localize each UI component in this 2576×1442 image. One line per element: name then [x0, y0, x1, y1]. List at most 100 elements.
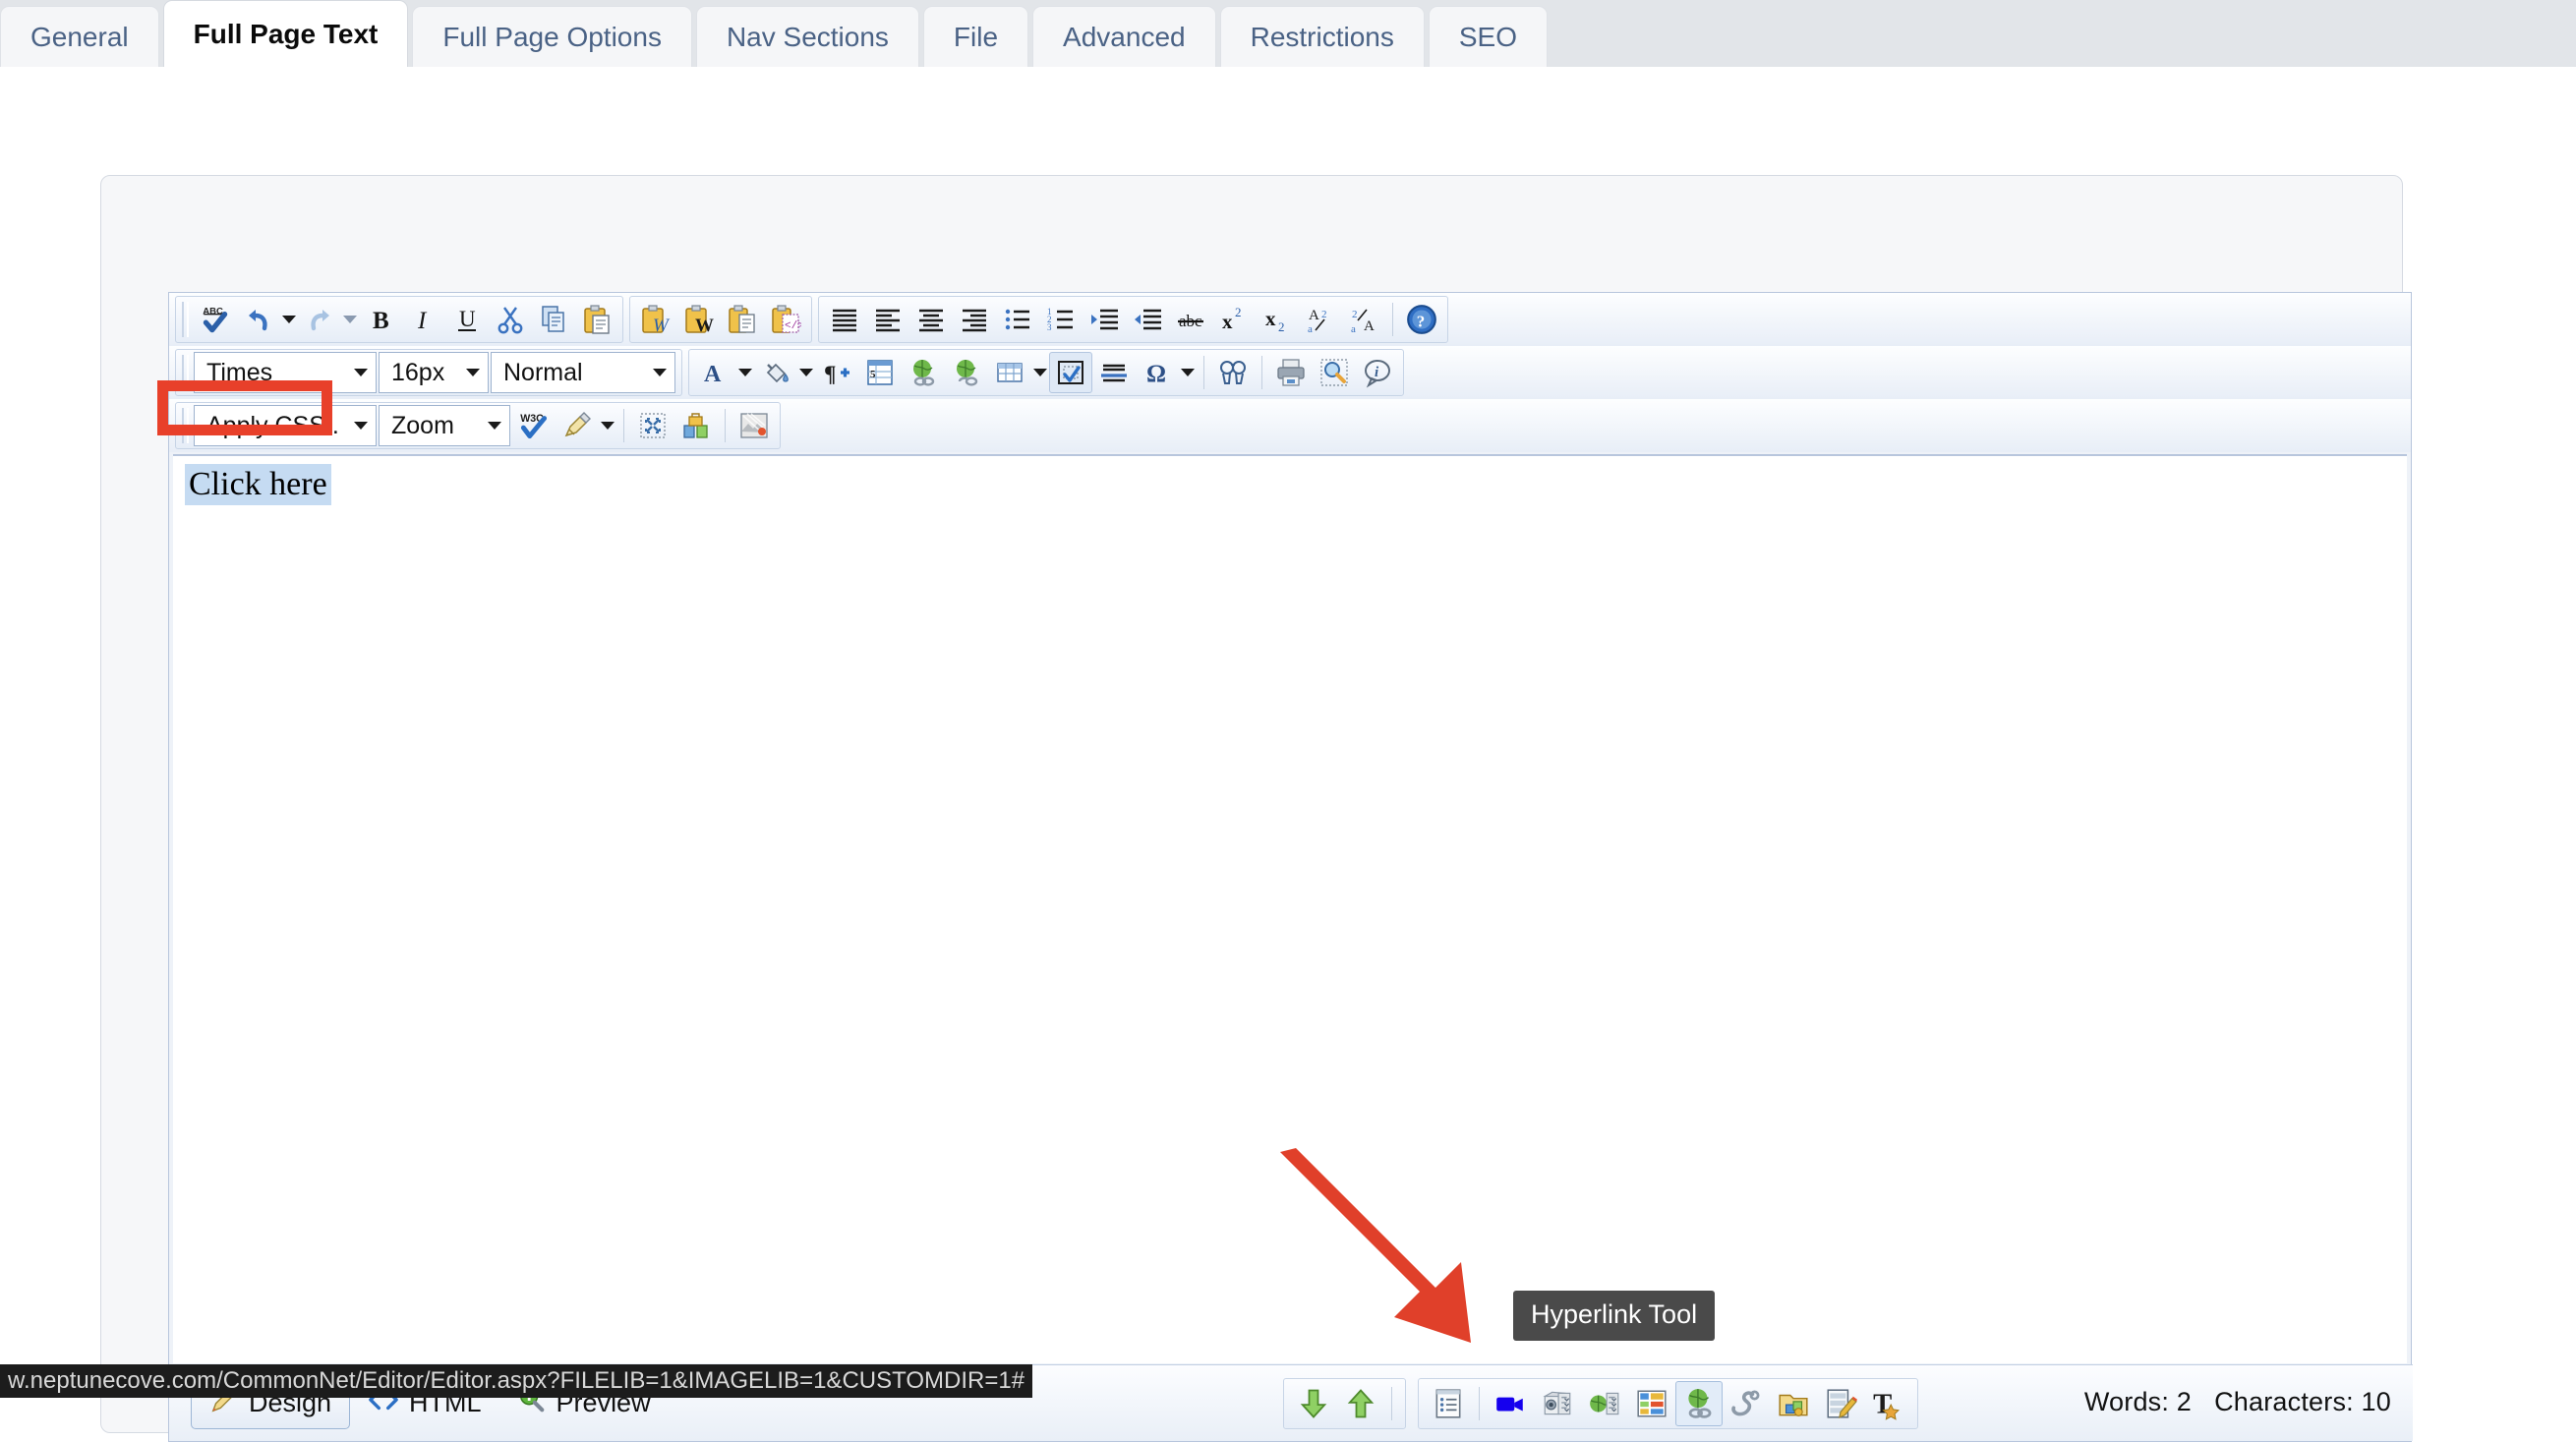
bottom-group-media: T — [1418, 1378, 1918, 1429]
italic-button[interactable]: I — [402, 299, 445, 340]
font-size-dropdown[interactable]: 16px — [379, 352, 489, 393]
clean-code-button[interactable] — [556, 405, 599, 446]
media-gallery-button[interactable] — [1628, 1381, 1675, 1426]
web-library-button[interactable] — [1581, 1381, 1628, 1426]
editor-card: ABC B I — [100, 175, 2403, 1433]
insert-video-button[interactable] — [1487, 1381, 1534, 1426]
info-button[interactable]: i — [1356, 352, 1399, 393]
svg-text:A: A — [704, 362, 722, 387]
clean-code-dropdown-caret[interactable] — [599, 405, 616, 446]
svg-text:</>: </> — [785, 320, 801, 332]
components-folder-button[interactable] — [1770, 1381, 1817, 1426]
justify-button[interactable] — [823, 299, 866, 340]
align-center-button[interactable] — [909, 299, 953, 340]
insert-paragraph-button[interactable]: ¶ — [815, 352, 858, 393]
toolbar-grip[interactable] — [182, 355, 189, 390]
special-character-button[interactable]: Ω — [1136, 352, 1179, 393]
print-button[interactable] — [1269, 352, 1313, 393]
sort-descending-button[interactable]: 2aA — [1342, 299, 1385, 340]
image-effects-button[interactable] — [732, 405, 776, 446]
tab-full-page-text[interactable]: Full Page Text — [163, 0, 409, 67]
zoom-dropdown[interactable]: Zoom — [379, 405, 510, 446]
table-dropdown-caret[interactable] — [1031, 352, 1049, 393]
outdent-button[interactable] — [1126, 299, 1169, 340]
toolbar-row-3: Apply CSS ... Zoom W3C — [169, 399, 2411, 452]
toolbar-grip[interactable] — [182, 408, 189, 443]
media-blocks-button[interactable] — [674, 405, 718, 446]
chevron-down-icon — [354, 422, 368, 430]
tab-general[interactable]: General — [0, 6, 159, 67]
move-down-button[interactable] — [1290, 1381, 1337, 1426]
move-up-button[interactable] — [1337, 1381, 1384, 1426]
toolbar-separator — [1479, 1387, 1480, 1420]
strikethrough-button[interactable]: abc — [1169, 299, 1212, 340]
highlight-color-dropdown-caret[interactable] — [797, 352, 815, 393]
font-family-value: Times — [206, 359, 272, 387]
insert-hyperlink-button[interactable] — [902, 352, 945, 393]
redo-dropdown-caret[interactable] — [341, 299, 359, 340]
paste-plain-text-button[interactable] — [721, 299, 764, 340]
svg-text:U: U — [459, 307, 476, 331]
paragraph-format-value: Normal — [503, 359, 583, 387]
edit-document-button[interactable] — [1817, 1381, 1864, 1426]
sort-ascending-button[interactable]: Aa2 — [1299, 299, 1342, 340]
indent-button[interactable] — [1083, 299, 1126, 340]
editor-statistics: Words: 2 Characters: 10 — [2084, 1387, 2391, 1417]
svg-text:a: a — [1351, 323, 1356, 335]
font-family-dropdown[interactable]: Times — [194, 352, 377, 393]
svg-text:x: x — [1222, 310, 1233, 333]
remove-hyperlink-button[interactable] — [945, 352, 988, 393]
superscript-button[interactable]: x2 — [1212, 299, 1256, 340]
svg-text:2: 2 — [1278, 319, 1285, 334]
apply-css-dropdown[interactable]: Apply CSS ... — [194, 405, 377, 446]
undo-button[interactable] — [237, 299, 280, 340]
special-character-dropdown-caret[interactable] — [1179, 352, 1197, 393]
insert-horizontal-rule-button[interactable] — [1092, 352, 1136, 393]
tab-nav-sections[interactable]: Nav Sections — [696, 6, 919, 67]
underline-button[interactable]: U — [445, 299, 489, 340]
bullet-list-button[interactable] — [996, 299, 1039, 340]
tab-file[interactable]: File — [923, 6, 1028, 67]
paste-word-clean-button[interactable]: W — [677, 299, 721, 340]
help-button[interactable]: ? — [1400, 299, 1443, 340]
toolbar-grip[interactable] — [182, 302, 189, 337]
insert-form-field-button[interactable]: 5 — [858, 352, 902, 393]
paste-html-button[interactable]: </> — [764, 299, 807, 340]
document-properties-button[interactable] — [1425, 1381, 1472, 1426]
insert-table-button[interactable] — [988, 352, 1031, 393]
text-style-button[interactable]: T — [1864, 1381, 1911, 1426]
tab-restrictions[interactable]: Restrictions — [1220, 6, 1425, 67]
editor-content-text[interactable]: Click here — [185, 464, 331, 505]
toolbar-row-2: Times 16px Normal A — [169, 346, 2411, 399]
paste-from-word-button[interactable]: W — [634, 299, 677, 340]
anchor-tool-button[interactable] — [1723, 1381, 1770, 1426]
image-library-button[interactable] — [1534, 1381, 1581, 1426]
align-left-button[interactable] — [866, 299, 909, 340]
spell-check-button[interactable]: ABC — [194, 299, 237, 340]
copy-button[interactable] — [532, 299, 575, 340]
bold-button[interactable]: B — [359, 299, 402, 340]
align-right-button[interactable] — [953, 299, 996, 340]
tab-seo[interactable]: SEO — [1429, 6, 1548, 67]
tab-advanced[interactable]: Advanced — [1032, 6, 1216, 67]
hyperlink-tool-button[interactable] — [1675, 1381, 1723, 1426]
font-color-dropdown-caret[interactable] — [736, 352, 754, 393]
fullscreen-button[interactable] — [631, 405, 674, 446]
highlight-color-button[interactable] — [754, 352, 797, 393]
cut-button[interactable] — [489, 299, 532, 340]
tab-full-page-options[interactable]: Full Page Options — [412, 6, 692, 67]
zoom-preview-button[interactable] — [1313, 352, 1356, 393]
numbered-list-button[interactable]: 123 — [1039, 299, 1083, 340]
subscript-button[interactable]: x2 — [1256, 299, 1299, 340]
svg-text:ABC: ABC — [203, 307, 223, 317]
select-region-button[interactable] — [1049, 352, 1092, 393]
font-color-button[interactable]: A — [693, 352, 736, 393]
paste-button[interactable] — [575, 299, 618, 340]
paragraph-format-dropdown[interactable]: Normal — [491, 352, 675, 393]
w3c-validate-button[interactable]: W3C — [512, 405, 556, 446]
editor-content-area[interactable]: Click here — [173, 454, 2407, 1363]
find-replace-button[interactable] — [1211, 352, 1255, 393]
redo-button[interactable] — [298, 299, 341, 340]
undo-dropdown-caret[interactable] — [280, 299, 298, 340]
bottom-tool-strip: T — [1283, 1378, 1930, 1429]
